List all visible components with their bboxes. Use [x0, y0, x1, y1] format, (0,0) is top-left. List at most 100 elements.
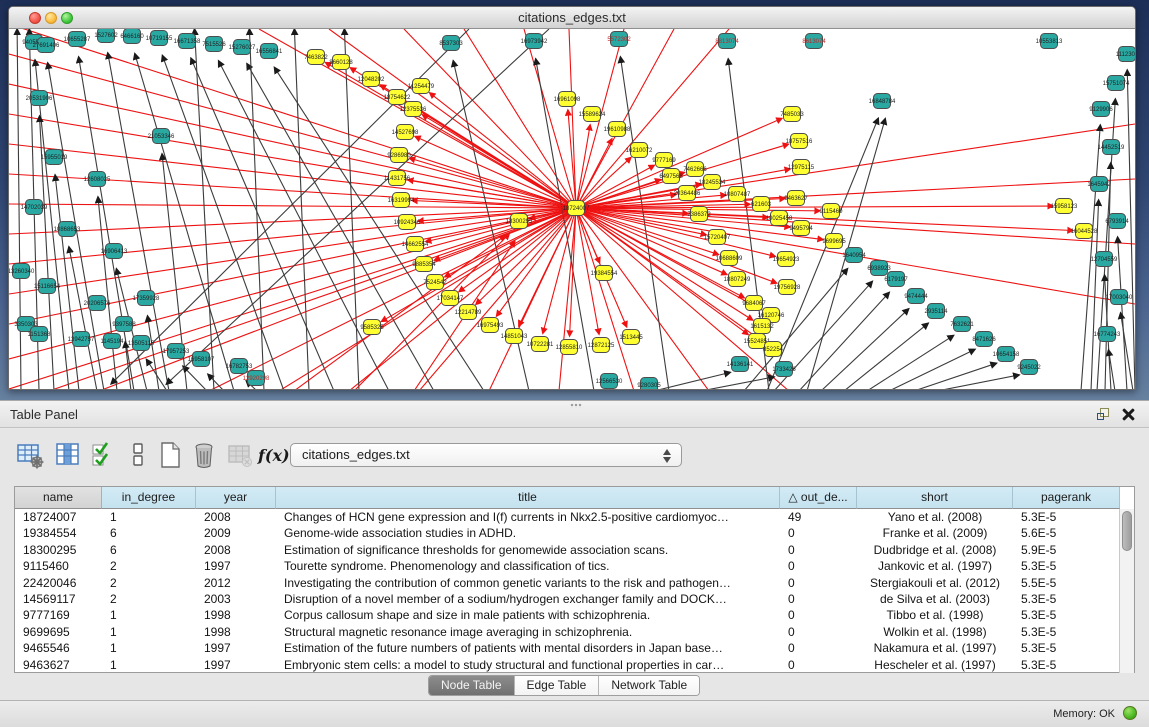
vertical-scrollbar[interactable]: [1119, 509, 1134, 673]
table-cell[interactable]: Hescheler et al. (1997): [857, 657, 1013, 673]
network-node[interactable]: 19756928: [774, 280, 801, 295]
network-node[interactable]: 9463627: [784, 191, 808, 206]
table-cell[interactable]: Stergiakouli et al. (2012): [857, 575, 1013, 591]
network-node[interactable]: 20364486: [674, 186, 701, 201]
table-row[interactable]: 1938455462009Genome-wide association stu…: [15, 525, 1120, 541]
network-node[interactable]: 10719155: [146, 31, 173, 46]
table-cell[interactable]: 5.9E-5: [1013, 542, 1120, 558]
network-node[interactable]: 9699695: [822, 234, 846, 249]
network-node[interactable]: 16958107: [188, 352, 215, 367]
table-cell[interactable]: 5.5E-5: [1013, 575, 1120, 591]
table-cell[interactable]: 0: [780, 624, 857, 640]
table-cell[interactable]: Jankovic et al. (1997): [857, 558, 1013, 574]
network-node[interactable]: 15116654: [34, 279, 61, 294]
network-node[interactable]: 16044528: [1071, 224, 1098, 239]
network-node[interactable]: 16906413: [101, 244, 128, 259]
network-node[interactable]: 6497568: [659, 169, 683, 184]
table-cell[interactable]: 1: [102, 509, 196, 525]
table-cell[interactable]: Disruption of a novel member of a sodium…: [276, 591, 780, 607]
network-node[interactable]: 7485033: [780, 107, 804, 122]
network-node[interactable]: 12566530: [596, 374, 623, 389]
select-all-icon[interactable]: [90, 441, 118, 469]
network-node[interactable]: 1112304: [1116, 47, 1135, 62]
table-cell[interactable]: Franke et al. (2009): [857, 525, 1013, 541]
network-node[interactable]: 18757516: [786, 134, 813, 149]
network-node[interactable]: 10553813: [1036, 34, 1063, 49]
close-panel-icon[interactable]: [1122, 408, 1135, 421]
table-cell[interactable]: Estimation of the future numbers of pati…: [276, 640, 780, 656]
network-node[interactable]: 16319994: [388, 193, 415, 208]
table-cell[interactable]: Estimation of significance thresholds fo…: [276, 542, 780, 558]
network-node[interactable]: 13942757: [68, 332, 95, 347]
network-node[interactable]: 15751074: [1103, 76, 1130, 91]
table-cell[interactable]: 18724007: [15, 509, 102, 525]
table-row[interactable]: 946554611997Estimation of the future num…: [15, 640, 1120, 656]
network-node[interactable]: 14527698: [392, 125, 419, 140]
table-row[interactable]: 2242004622012Investigating the contribut…: [15, 575, 1120, 591]
function-builder-icon[interactable]: f(x): [258, 441, 286, 469]
network-node[interactable]: 10924346: [394, 215, 421, 230]
tab-node-table[interactable]: Node Table: [429, 676, 515, 695]
table-cell[interactable]: 9463627: [15, 657, 102, 673]
network-node[interactable]: 7462666: [683, 162, 707, 177]
network-node[interactable]: 16973942: [521, 34, 548, 49]
network-node[interactable]: 8613074: [802, 34, 826, 49]
table-cell[interactable]: 9115460: [15, 558, 102, 574]
network-node[interactable]: 9777169: [652, 153, 676, 168]
network-node[interactable]: 2935114: [925, 304, 949, 319]
network-window-titlebar[interactable]: citations_edges.txt: [9, 7, 1135, 29]
network-canvas[interactable]: 9405574276914061065528715276026466160107…: [9, 29, 1135, 389]
table-cell[interactable]: 6: [102, 542, 196, 558]
splitter-grip[interactable]: [570, 403, 582, 408]
table-cell[interactable]: 14569117: [15, 591, 102, 607]
table-cell[interactable]: Corpus callosum shape and size in male p…: [276, 607, 780, 623]
table-cell[interactable]: 2012: [196, 575, 276, 591]
table-cell[interactable]: 5.3E-5: [1013, 607, 1120, 623]
network-node[interactable]: 7463822: [304, 50, 328, 65]
network-node[interactable]: 5572302: [607, 32, 631, 47]
table-row[interactable]: 911546021997Tourette syndrome. Phenomeno…: [15, 558, 1120, 574]
clear-selection-icon[interactable]: [124, 441, 152, 469]
table-cell[interactable]: 0: [780, 640, 857, 656]
tab-network-table[interactable]: Network Table: [599, 676, 699, 695]
network-node[interactable]: 852254: [763, 342, 784, 357]
table-cell[interactable]: 49: [780, 509, 857, 525]
table-cell[interactable]: 5.6E-5: [1013, 525, 1120, 541]
table-cell[interactable]: 0: [780, 525, 857, 541]
table-cell[interactable]: 2008: [196, 542, 276, 558]
network-node[interactable]: 12872125: [588, 338, 615, 353]
network-node[interactable]: 16556841: [256, 44, 283, 59]
table-cell[interactable]: Changes of HCN gene expression and I(f) …: [276, 509, 780, 525]
table-cell[interactable]: 0: [780, 591, 857, 607]
table-cell[interactable]: Dudbridge et al. (2008): [857, 542, 1013, 558]
table-row[interactable]: 977716911998Corpus callosum shape and si…: [15, 607, 1120, 623]
network-node[interactable]: 10688609: [716, 251, 743, 266]
network-node[interactable]: 8471626: [972, 332, 996, 347]
table-cell[interactable]: 5.3E-5: [1013, 558, 1120, 574]
network-node[interactable]: 1513445: [619, 330, 643, 345]
table-cell[interactable]: Embryonic stem cells: a model to study s…: [276, 657, 780, 673]
table-cell[interactable]: 9699695: [15, 624, 102, 640]
table-cell[interactable]: Tibbo et al. (1998): [857, 607, 1013, 623]
table-cell[interactable]: 2: [102, 575, 196, 591]
table-cell[interactable]: 2009: [196, 525, 276, 541]
network-node[interactable]: 9280305: [637, 378, 661, 390]
table-cell[interactable]: 5.3E-5: [1013, 640, 1120, 656]
table-cell[interactable]: Wolkin et al. (1998): [857, 624, 1013, 640]
network-node[interactable]: 1733426: [772, 362, 796, 377]
table-cell[interactable]: Yano et al. (2008): [857, 509, 1013, 525]
network-node[interactable]: 17003040: [1106, 290, 1133, 305]
network-node[interactable]: 7632621: [950, 317, 974, 332]
network-node[interactable]: 19610988: [604, 122, 631, 137]
network-node[interactable]: 621603: [751, 197, 772, 212]
network-node[interactable]: 9684067: [742, 296, 766, 311]
float-panel-icon[interactable]: [1097, 408, 1111, 422]
table-cell[interactable]: 0: [780, 657, 857, 673]
column-header-name[interactable]: name: [15, 487, 102, 509]
table-row[interactable]: 1872400712008Changes of HCN gene express…: [15, 509, 1120, 525]
network-node[interactable]: 6466160: [120, 29, 144, 44]
network-node[interactable]: 17359928: [133, 291, 160, 306]
table-settings-icon[interactable]: [16, 441, 44, 469]
table-cell[interactable]: Structural magnetic resonance image aver…: [276, 624, 780, 640]
table-cell[interactable]: Nakamura et al. (1997): [857, 640, 1013, 656]
